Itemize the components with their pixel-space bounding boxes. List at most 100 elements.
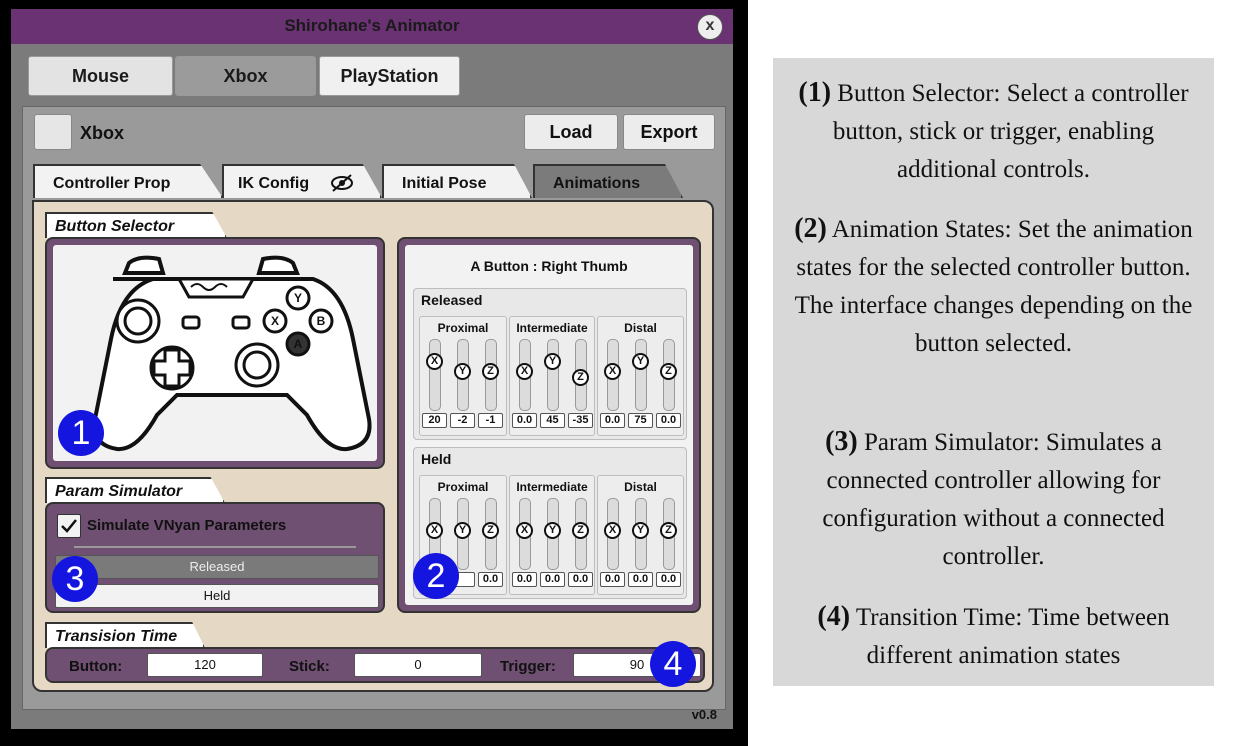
rotation-value-field[interactable]: 0.0 bbox=[512, 572, 537, 587]
callout-badge-2: 2 bbox=[413, 553, 459, 599]
help-item-3-number: (3) bbox=[825, 426, 858, 457]
callout-badge-4: 4 bbox=[650, 641, 696, 687]
profile-name: Xbox bbox=[80, 123, 125, 143]
help-item-3-text: Param Simulator: Simulates a connected c… bbox=[822, 429, 1165, 570]
slider-handle[interactable]: Z bbox=[482, 363, 499, 380]
slider-group: Distal X 0.0 Y 0.0 Z 0.0 bbox=[597, 475, 684, 595]
profile-color-swatch[interactable] bbox=[34, 114, 72, 150]
transition-time-panel: Button: 120 Stick: 0 Trigger: 90 bbox=[45, 647, 705, 683]
rotation-value-field[interactable]: 0.0 bbox=[628, 572, 653, 587]
simulate-checkbox[interactable] bbox=[57, 514, 81, 538]
simulator-divider bbox=[74, 546, 356, 548]
rotation-value-field[interactable]: 0.0 bbox=[656, 413, 681, 428]
slider-group-label: Proximal bbox=[437, 321, 489, 335]
face-button-label: Y bbox=[293, 291, 302, 305]
rotation-value-field[interactable]: 0.0 bbox=[568, 572, 593, 587]
slider-group-label: Intermediate bbox=[516, 480, 588, 494]
selected-button-title: A Button : Right Thumb bbox=[470, 258, 628, 274]
slider-handle[interactable]: X bbox=[516, 363, 533, 380]
callout-badge-1: 1 bbox=[58, 410, 104, 456]
rotation-value-field[interactable]: 0.0 bbox=[600, 413, 625, 428]
slider-handle[interactable]: Z bbox=[660, 363, 677, 380]
slider-handle[interactable]: Y bbox=[454, 522, 471, 539]
slider-handle[interactable]: Z bbox=[572, 369, 589, 386]
slider-handle[interactable]: X bbox=[604, 363, 621, 380]
slider-group: Distal X 0.0 Y 75 Z 0.0 bbox=[597, 316, 684, 436]
rotation-value-field[interactable]: 0.0 bbox=[540, 572, 565, 587]
face-button-label: X bbox=[270, 314, 279, 328]
tab-initial-pose[interactable]: Initial Pose bbox=[382, 164, 532, 198]
help-item-1-number: (1) bbox=[798, 77, 832, 108]
slider-handle[interactable]: Z bbox=[482, 522, 499, 539]
rotation-value-field[interactable]: -35 bbox=[568, 413, 593, 428]
rotation-value-field[interactable]: 0.0 bbox=[656, 572, 681, 587]
slider-group: Intermediate X 0.0 Y 0.0 Z 0.0 bbox=[509, 475, 595, 595]
transition-time-label: Transision Time bbox=[45, 622, 205, 648]
help-item-4-text: Transition Time: Time between different … bbox=[855, 604, 1170, 669]
tab-initial-pose-label: Initial Pose bbox=[402, 175, 487, 192]
rotation-value-field[interactable]: 20 bbox=[422, 413, 447, 428]
title-bar: Shirohane's Animator x bbox=[11, 9, 733, 44]
rotation-slider[interactable] bbox=[429, 339, 441, 411]
playstation-button[interactable]: PlayStation bbox=[319, 56, 460, 96]
mouse-button[interactable]: Mouse bbox=[28, 56, 173, 96]
slider-handle[interactable]: Y bbox=[544, 353, 561, 370]
help-item-4-number: (4) bbox=[817, 601, 851, 632]
help-item-2-text: Animation States: Set the animation stat… bbox=[794, 216, 1193, 357]
rotation-value-field[interactable]: 75 bbox=[628, 413, 653, 428]
tab-ik-config[interactable]: IK Config bbox=[222, 164, 382, 198]
help-item-1: (1) Button Selector: Select a controller… bbox=[783, 74, 1204, 189]
tab-controller-prop[interactable]: Controller Prop bbox=[33, 164, 223, 198]
rotation-value-field[interactable]: -1 bbox=[478, 413, 503, 428]
slider-group: Intermediate X 0.0 Y 45 Z -35 bbox=[509, 316, 595, 436]
button-selector-label: Button Selector bbox=[45, 212, 227, 238]
load-button[interactable]: Load bbox=[524, 114, 618, 150]
button-time-input[interactable]: 120 bbox=[147, 653, 263, 677]
slider-handle[interactable]: X bbox=[426, 522, 443, 539]
callout-badge-3: 3 bbox=[52, 556, 98, 602]
stick-time-input[interactable]: 0 bbox=[354, 653, 482, 677]
stick-time-label: Stick: bbox=[289, 658, 330, 675]
slider-handle[interactable]: X bbox=[426, 353, 443, 370]
simulator-held-button[interactable]: Held bbox=[55, 584, 379, 608]
held-label: Held bbox=[421, 451, 452, 467]
rotation-value-field[interactable]: 45 bbox=[540, 413, 565, 428]
trigger-time-label: Trigger: bbox=[500, 658, 556, 675]
slider-handle[interactable]: Z bbox=[660, 522, 677, 539]
version-label: v0.8 bbox=[691, 707, 717, 722]
rotation-slider[interactable] bbox=[635, 339, 647, 411]
rotation-value-field[interactable]: -2 bbox=[450, 413, 475, 428]
button-time-label: Button: bbox=[69, 658, 123, 675]
rotation-value-field[interactable]: 0.0 bbox=[600, 572, 625, 587]
rotation-value-field[interactable]: 0.0 bbox=[512, 413, 537, 428]
tab-controller-prop-label: Controller Prop bbox=[53, 175, 171, 192]
slider-group-label: Distal bbox=[624, 480, 657, 494]
slider-handle[interactable]: Y bbox=[632, 353, 649, 370]
help-item-4: (4) Transition Time: Time between differ… bbox=[783, 598, 1204, 675]
animation-states-view: A Button : Right Thumb Released Proximal… bbox=[405, 245, 693, 605]
rotation-value-field[interactable]: 0.0 bbox=[478, 572, 503, 587]
checkmark-icon bbox=[61, 519, 77, 533]
slider-group-label: Intermediate bbox=[516, 321, 588, 335]
help-item-3: (3) Param Simulator: Simulates a connect… bbox=[783, 423, 1204, 576]
rotation-slider[interactable] bbox=[547, 339, 559, 411]
slider-handle[interactable]: Z bbox=[572, 522, 589, 539]
close-button[interactable]: x bbox=[697, 14, 723, 40]
xbox-button[interactable]: Xbox bbox=[175, 56, 316, 96]
face-button-label: B bbox=[316, 314, 326, 328]
released-label: Released bbox=[421, 292, 483, 308]
param-simulator-label: Param Simulator bbox=[45, 477, 225, 503]
slider-handle[interactable]: Y bbox=[454, 363, 471, 380]
window-title: Shirohane's Animator bbox=[284, 16, 460, 35]
slider-handle[interactable]: Y bbox=[544, 522, 561, 539]
export-button[interactable]: Export bbox=[623, 114, 715, 150]
slider-handle[interactable]: X bbox=[604, 522, 621, 539]
slider-group: Proximal X 20 Y -2 Z -1 bbox=[419, 316, 507, 436]
help-panel: (1) Button Selector: Select a controller… bbox=[773, 58, 1214, 686]
simulator-released-button[interactable]: Released bbox=[55, 555, 379, 579]
tab-animations[interactable]: Animations bbox=[533, 164, 683, 198]
help-item-1-text: Button Selector: Select a controller but… bbox=[832, 80, 1189, 183]
eye-slash-icon bbox=[331, 174, 353, 192]
slider-handle[interactable]: Y bbox=[632, 522, 649, 539]
slider-handle[interactable]: X bbox=[516, 522, 533, 539]
